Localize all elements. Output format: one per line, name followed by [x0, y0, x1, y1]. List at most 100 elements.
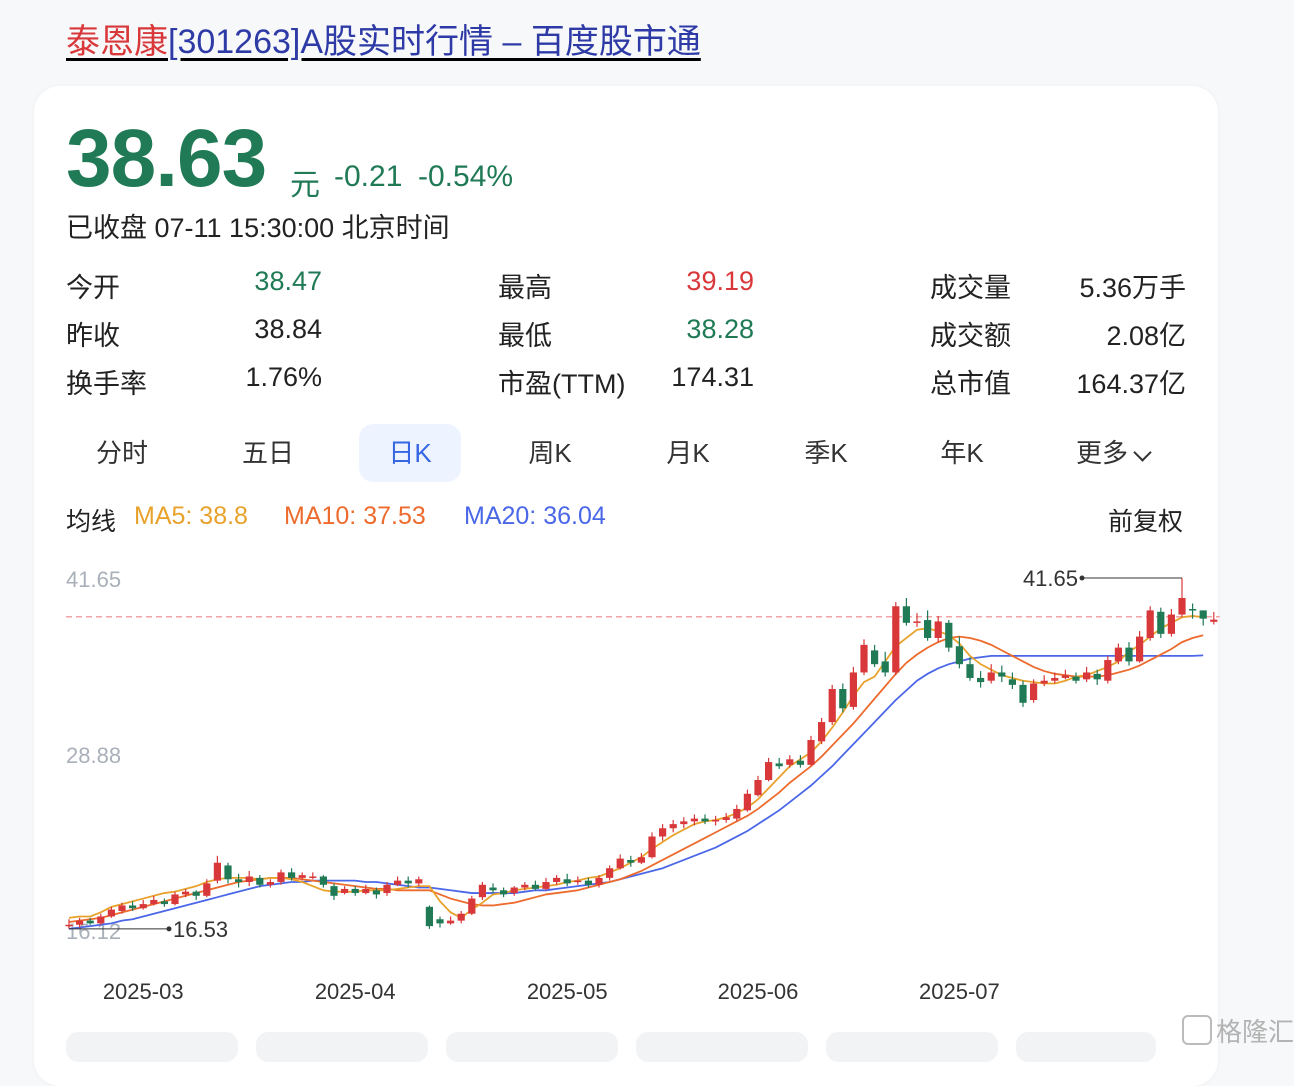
candle-body	[256, 877, 264, 885]
x-tick-label: 2025-04	[315, 979, 396, 1004]
candle-body	[436, 919, 444, 924]
tab-yearly-k[interactable]: 年K	[912, 424, 1012, 482]
stat-value-volume: 5.36万手	[1079, 273, 1186, 303]
candle-body	[351, 888, 359, 894]
candle-body	[182, 891, 190, 895]
candle-body	[913, 621, 921, 623]
candle-body	[76, 920, 84, 925]
candle-body	[521, 884, 529, 888]
tab-more[interactable]: 更多	[1064, 424, 1140, 482]
tab-five-day[interactable]: 五日	[218, 424, 318, 482]
candle-body	[298, 875, 306, 878]
tab-weekly-k[interactable]: 周K	[500, 424, 600, 482]
candle-body	[584, 880, 592, 885]
candle-body	[129, 905, 137, 909]
tab-quarterly-k[interactable]: 季K	[776, 424, 876, 482]
candle-body	[341, 888, 349, 894]
watermark: 格隆汇	[1182, 1012, 1294, 1049]
y-tick-label: 28.88	[66, 743, 121, 768]
stat-value-turnover-rate: 1.76%	[245, 362, 322, 392]
candle-body	[1019, 684, 1027, 703]
candle-body	[659, 828, 667, 837]
candle-body	[1167, 614, 1175, 634]
candle-body	[1061, 675, 1069, 678]
bottom-tab-3[interactable]	[446, 1032, 618, 1062]
candle-body	[680, 821, 688, 825]
bottom-tab-6[interactable]	[1016, 1032, 1156, 1062]
price-change: -0.21	[334, 160, 403, 193]
candle-body	[362, 888, 370, 894]
tab-intraday[interactable]: 分时	[72, 424, 172, 482]
candle-body	[245, 876, 253, 883]
candle-body	[977, 677, 985, 683]
stat-value-high: 39.19	[686, 266, 754, 296]
market-status: 已收盘 07-11 15:30:00 北京时间	[66, 213, 450, 243]
stat-value-open: 38.47	[254, 266, 322, 296]
bottom-tab-1[interactable]	[66, 1032, 238, 1062]
stat-label-market-cap: 总市值	[930, 369, 1011, 399]
candle-body	[309, 876, 317, 879]
adjust-type-button[interactable]: 前复权	[1108, 502, 1183, 538]
candle-body	[563, 879, 571, 884]
candle-body	[1008, 679, 1016, 685]
candle-body	[139, 904, 147, 909]
candle-body	[754, 779, 762, 796]
stat-value-market-cap: 164.37亿	[1076, 369, 1186, 399]
candle-body	[733, 808, 741, 819]
candle-body	[955, 646, 963, 665]
candle-body	[86, 920, 94, 924]
stat-label-volume: 成交量	[930, 273, 1011, 303]
candle-body	[1104, 660, 1112, 681]
y-tick-label: 41.65	[66, 567, 121, 592]
candle-body	[574, 880, 582, 883]
x-tick-label: 2025-06	[718, 979, 799, 1004]
candle-body	[478, 884, 486, 898]
candle-body	[277, 872, 285, 883]
tab-monthly-k[interactable]: 月K	[638, 424, 738, 482]
candle-body	[150, 899, 158, 905]
page-title[interactable]: 泰恩康[301263]A股实时行情 – 百度股市通	[66, 14, 701, 63]
candle-body	[542, 882, 550, 889]
candle-body	[637, 857, 645, 863]
candle-body	[468, 898, 476, 914]
price-change-pct: -0.54%	[418, 160, 514, 193]
candle-body	[722, 817, 730, 820]
stat-value-pe: 174.31	[671, 362, 754, 392]
stat-value-prev-close: 38.84	[254, 314, 322, 344]
max-marker-dot	[1079, 575, 1085, 581]
candle-body	[871, 650, 879, 665]
bottom-tab-5[interactable]	[826, 1032, 998, 1062]
candle-body	[192, 891, 200, 896]
candle-body	[383, 884, 391, 894]
candle-body	[1157, 611, 1165, 634]
stat-value-low: 38.28	[686, 314, 754, 344]
candle-body	[945, 622, 953, 648]
candle-body	[489, 887, 497, 891]
candle-body	[987, 672, 995, 681]
candle-body	[1210, 619, 1218, 622]
candle-body	[775, 763, 783, 767]
candle-body	[765, 762, 773, 780]
candle-body	[415, 879, 423, 884]
candle-body	[1189, 609, 1197, 611]
candle-body	[796, 760, 804, 765]
candle-body	[404, 880, 412, 884]
ma-label: 均线	[66, 508, 117, 536]
candle-body	[1030, 683, 1038, 701]
tab-daily-k[interactable]: 日K	[359, 424, 461, 482]
current-price: 38.63	[66, 113, 267, 204]
page-title-link[interactable]: [301263]A股实时行情 – 百度股市通	[168, 23, 701, 61]
candle-body	[849, 672, 857, 707]
stat-label-pe: 市盈(TTM)	[498, 369, 626, 399]
x-tick-label: 2025-05	[527, 979, 608, 1004]
bottom-tab-4[interactable]	[636, 1032, 808, 1062]
candle-body	[1040, 680, 1048, 684]
candle-body	[1199, 610, 1207, 619]
stock-name-link[interactable]: 泰恩康	[66, 23, 168, 61]
candle-body	[97, 916, 105, 924]
candle-body	[171, 894, 179, 905]
candle-body	[902, 606, 910, 623]
bottom-tab-2[interactable]	[256, 1032, 428, 1062]
price-unit: 元	[290, 169, 320, 202]
candle-body	[998, 672, 1006, 677]
